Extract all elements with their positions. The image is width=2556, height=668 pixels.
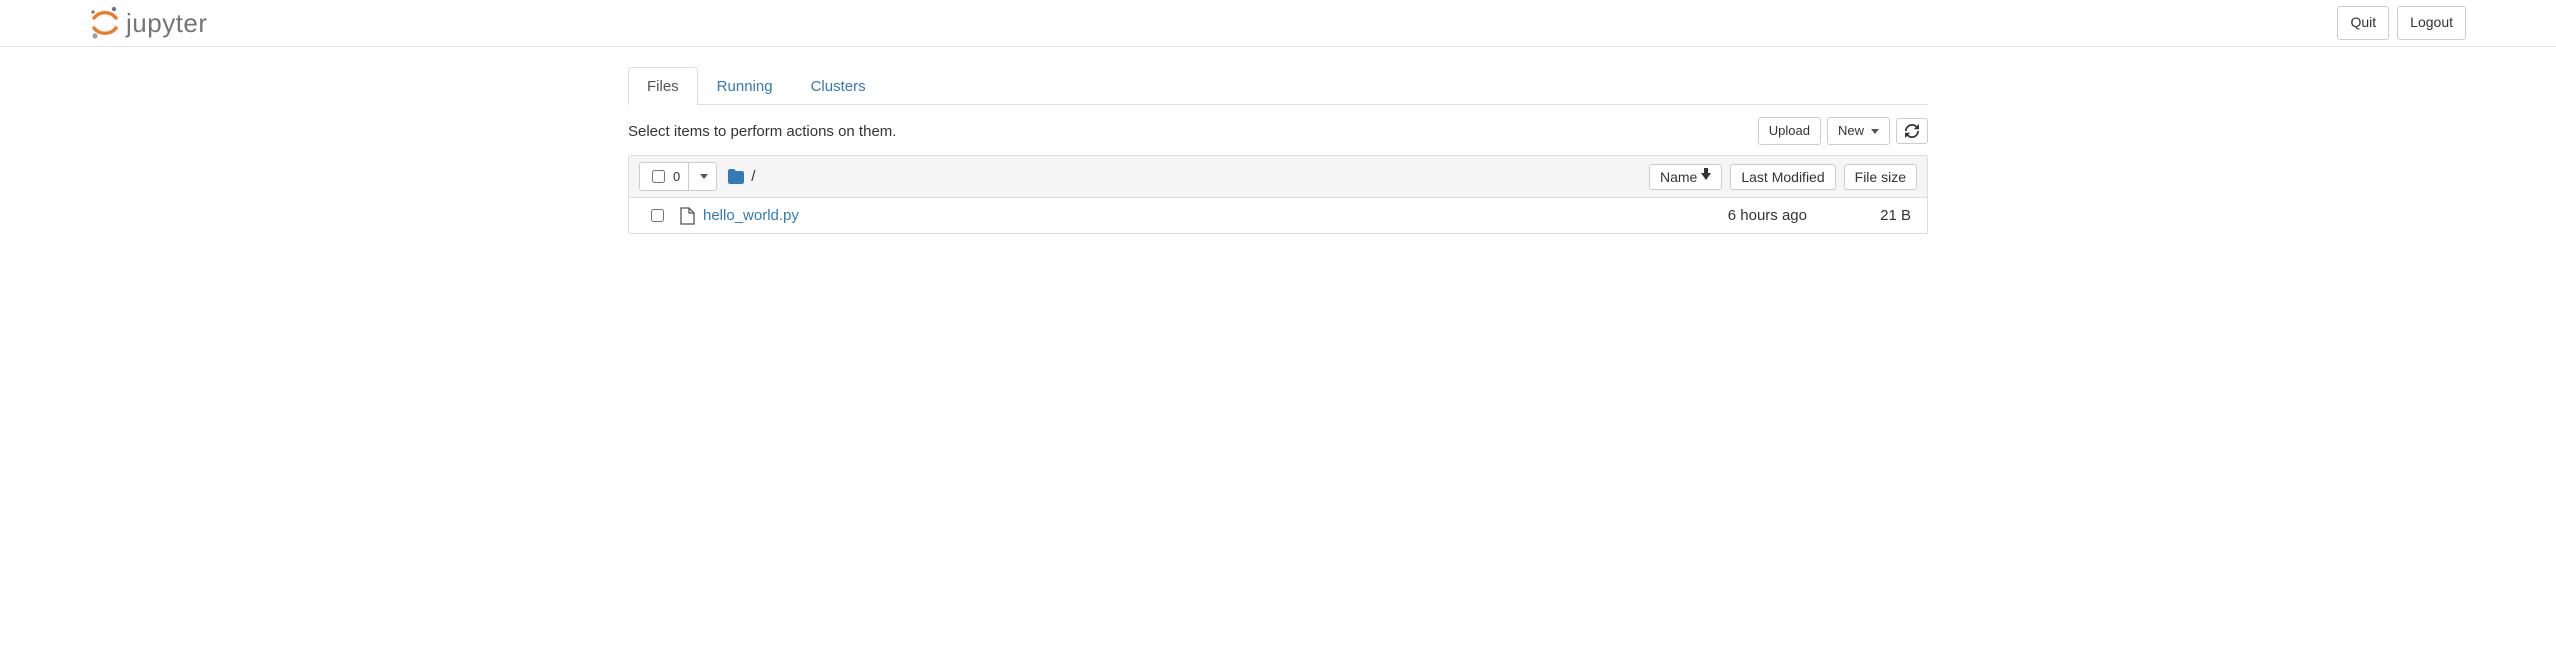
- file-list-panel: 0 / Name: [628, 155, 1928, 234]
- file-list-header: 0 / Name: [629, 156, 1927, 198]
- tab-running[interactable]: Running: [698, 67, 792, 105]
- refresh-button[interactable]: [1896, 118, 1928, 144]
- caret-down-icon: [700, 174, 708, 179]
- jupyter-logo[interactable]: jupyter: [90, 6, 208, 40]
- file-size: 21 B: [1807, 207, 1917, 224]
- header: jupyter Quit Logout: [0, 0, 2556, 47]
- file-modified: 6 hours ago: [1627, 207, 1807, 224]
- logo-text: jupyter: [126, 8, 208, 39]
- row-checkbox[interactable]: [651, 209, 664, 222]
- tab-clusters[interactable]: Clusters: [792, 67, 885, 105]
- arrow-down-icon: [1701, 173, 1711, 180]
- jupyter-icon: [90, 6, 120, 40]
- new-button[interactable]: New: [1827, 117, 1890, 145]
- refresh-icon: [1905, 124, 1919, 138]
- file-name-link[interactable]: hello_world.py: [699, 207, 1627, 224]
- logout-button[interactable]: Logout: [2397, 6, 2466, 40]
- toolbar: Select items to perform actions on them.…: [628, 105, 1928, 155]
- file-size-header: File size: [1844, 164, 1917, 190]
- sort-name-label: Name: [1660, 169, 1697, 185]
- select-all-checkbox[interactable]: [652, 170, 665, 183]
- select-all-checkbox-wrap[interactable]: 0: [640, 163, 688, 190]
- file-icon: [675, 207, 699, 225]
- upload-button[interactable]: Upload: [1758, 117, 1821, 145]
- breadcrumb-separator: /: [751, 168, 755, 185]
- breadcrumb: /: [727, 168, 755, 185]
- last-modified-header[interactable]: Last Modified: [1730, 164, 1835, 190]
- caret-down-icon: [1871, 129, 1879, 134]
- header-actions: Quit Logout: [2337, 6, 2466, 40]
- main-tabs: Files Running Clusters: [628, 67, 1928, 105]
- sort-by-name-button[interactable]: Name: [1649, 164, 1722, 190]
- new-button-label: New: [1838, 122, 1864, 140]
- list-item: hello_world.py 6 hours ago 21 B: [629, 198, 1927, 233]
- folder-icon[interactable]: [727, 169, 745, 184]
- toolbar-hint: Select items to perform actions on them.: [628, 123, 896, 140]
- quit-button[interactable]: Quit: [2337, 6, 2389, 40]
- tab-files[interactable]: Files: [628, 67, 698, 105]
- select-all-group: 0: [639, 162, 717, 191]
- select-menu-toggle[interactable]: [688, 163, 716, 190]
- selected-count: 0: [673, 169, 680, 184]
